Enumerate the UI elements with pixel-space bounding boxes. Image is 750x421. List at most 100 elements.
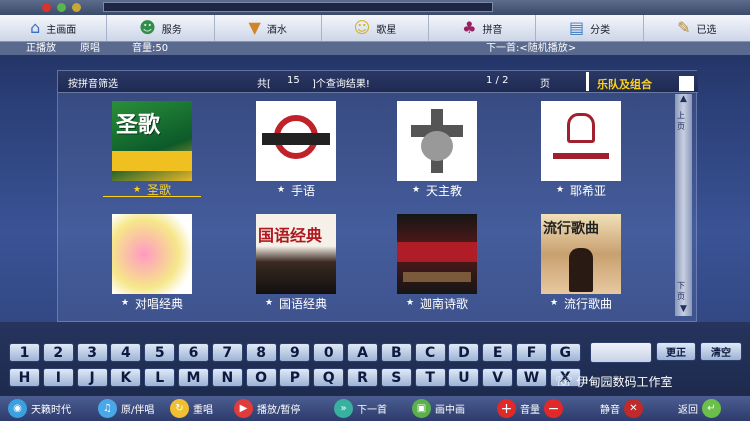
scroll-down-arrow-icon[interactable]: ▼ [675, 304, 692, 316]
album-cover [256, 101, 336, 181]
key-u[interactable]: U [448, 368, 480, 387]
tile-label: 迦南诗歌 [420, 296, 469, 311]
play-pause-icon: ▶ [234, 399, 253, 418]
playlist-icon: ★ [132, 184, 142, 195]
now-playing-label: 正播放 [26, 43, 56, 54]
mute-button[interactable]: 静音 ✕ [600, 399, 643, 418]
playlist-tile[interactable]: ★ 对唱经典 [103, 214, 201, 311]
key-f[interactable]: F [516, 343, 547, 362]
scroll-up-arrow-icon[interactable]: ▲ [675, 94, 692, 106]
volume-control: + 音量 − [497, 399, 563, 418]
menu-selected-label: 已选 [696, 24, 717, 36]
playlist-tile[interactable]: ★ 手语 [247, 101, 345, 198]
key-1[interactable]: 1 [9, 343, 40, 362]
playlist-tile[interactable]: 国语经典 ★ 国语经典 [247, 214, 345, 311]
vocal-toggle-icon: ♫ [98, 399, 117, 418]
playlist-tile[interactable]: ★ 天主教 [388, 101, 486, 198]
watermark-text: 伊甸园数码工作室 [576, 375, 673, 389]
settings-window-icon[interactable] [72, 3, 81, 12]
key-s[interactable]: S [380, 368, 412, 387]
category-checkbox[interactable] [679, 76, 694, 91]
next-song-label: 下一首 [357, 405, 387, 416]
key-7[interactable]: 7 [211, 343, 243, 362]
minimize-window-icon[interactable] [57, 3, 66, 12]
key-c[interactable]: C [414, 343, 446, 362]
tile-label: 耶希亚 [570, 183, 607, 198]
key-g[interactable]: G [549, 343, 581, 362]
search-input[interactable] [590, 342, 652, 363]
key-e[interactable]: E [482, 343, 514, 362]
window-title-strip [0, 0, 750, 15]
volume-up-icon[interactable]: + [497, 399, 516, 418]
next-song-button[interactable]: » 下一首 [334, 399, 387, 418]
playlist-tile[interactable]: 流行歌曲 ★ 流行歌曲 [532, 214, 630, 311]
brand-icon: ◉ [8, 399, 27, 418]
key-p[interactable]: P [279, 368, 311, 387]
back-label: 返回 [678, 405, 698, 416]
key-w[interactable]: W [516, 368, 547, 387]
watermark: ☏ 伊甸园数码工作室 [555, 373, 673, 390]
menu-drinks-label: 酒水 [266, 24, 287, 36]
next-icon: » [334, 399, 353, 418]
playlist-tile[interactable]: ★ 耶希亚 [532, 101, 630, 198]
volume-down-icon[interactable]: − [544, 399, 563, 418]
playlist-icon: ★ [549, 298, 559, 308]
key-9[interactable]: 9 [279, 343, 311, 362]
menu-service-button[interactable]: ☻ 服务 [107, 15, 215, 41]
key-r[interactable]: R [347, 368, 378, 387]
key-v[interactable]: V [482, 368, 514, 387]
brand-logo: ◉ 天籁时代 [8, 399, 71, 418]
key-8[interactable]: 8 [245, 343, 277, 362]
vocal-mode-label: 原唱 [80, 43, 100, 54]
menu-selected-button[interactable]: ✎ 已选 [644, 15, 750, 41]
key-a[interactable]: A [347, 343, 378, 362]
vocal-toggle-button[interactable]: ♫ 原/伴唱 [98, 399, 154, 418]
key-t[interactable]: T [414, 368, 446, 387]
key-q[interactable]: Q [313, 368, 345, 387]
key-h[interactable]: H [9, 368, 40, 387]
playlist-icon: ★ [276, 185, 286, 195]
close-window-icon[interactable] [42, 3, 51, 12]
key-n[interactable]: N [211, 368, 243, 387]
menu-pinyin-button[interactable]: ♣ 拼音 [429, 15, 537, 41]
playlist-tile[interactable]: ★ 迦南诗歌 [388, 214, 486, 311]
total-prefix: 共[ [257, 79, 271, 90]
correct-button[interactable]: 更正 [656, 342, 696, 361]
scroll-down-label[interactable]: 下页 [677, 280, 692, 302]
page-unit: 页 [540, 79, 550, 90]
menu-pinyin-label: 拼音 [482, 24, 503, 36]
play-pause-button[interactable]: ▶ 播放/暂停 [234, 399, 300, 418]
singer-icon: ☺ [353, 18, 371, 37]
key-5[interactable]: 5 [144, 343, 176, 362]
menu-home-button[interactable]: ⌂ 主画面 [0, 15, 108, 41]
key-6[interactable]: 6 [178, 343, 209, 362]
back-icon: ↵ [702, 399, 721, 418]
page-scrollbar[interactable]: ▲ 上页 下页 ▼ [675, 94, 692, 316]
scroll-up-label[interactable]: 上页 [677, 110, 692, 132]
key-b[interactable]: B [380, 343, 412, 362]
main-menu-bar: ⌂ 主画面 ☻ 服务 ▼ 酒水 ☺ 歌星 ♣ 拼音 ▤ 分类 ✎ 已选 [0, 15, 750, 42]
key-m[interactable]: M [178, 368, 209, 387]
playlist-tile[interactable]: 圣歌 ★ 圣歌 [103, 101, 201, 197]
picture-in-picture-button[interactable]: ▣ 画中画 [412, 399, 465, 418]
key-j[interactable]: J [76, 368, 108, 387]
key-d[interactable]: D [448, 343, 480, 362]
category-filter[interactable]: 乐队及组合 [586, 72, 696, 91]
clear-button[interactable]: 清空 [700, 342, 742, 361]
key-0[interactable]: 0 [313, 343, 345, 362]
key-2[interactable]: 2 [42, 343, 74, 362]
menu-singer-button[interactable]: ☺ 歌星 [322, 15, 430, 41]
pip-icon: ▣ [412, 399, 431, 418]
key-3[interactable]: 3 [76, 343, 108, 362]
key-4[interactable]: 4 [110, 343, 142, 362]
menu-category-button[interactable]: ▤ 分类 [536, 15, 644, 41]
key-l[interactable]: L [144, 368, 176, 387]
menu-drinks-button[interactable]: ▼ 酒水 [215, 15, 322, 41]
back-button[interactable]: 返回 ↵ [678, 399, 721, 418]
title-field [103, 2, 493, 12]
key-i[interactable]: I [42, 368, 74, 387]
menu-category-label: 分类 [590, 24, 611, 36]
key-k[interactable]: K [110, 368, 142, 387]
replay-button[interactable]: ↻ 重唱 [170, 399, 213, 418]
key-o[interactable]: O [245, 368, 277, 387]
